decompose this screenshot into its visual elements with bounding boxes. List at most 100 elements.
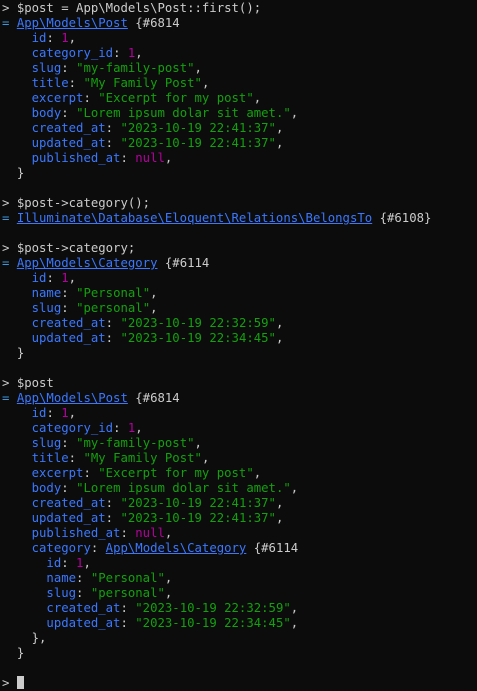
colon: : bbox=[113, 421, 128, 435]
trailing-comma: , bbox=[275, 496, 284, 510]
cursor[interactable] bbox=[16, 676, 24, 689]
command-text: $post bbox=[16, 376, 54, 390]
colon: : bbox=[120, 601, 136, 615]
colon: : bbox=[61, 481, 77, 495]
colon: : bbox=[113, 46, 128, 60]
class-name-link[interactable]: App\Models\Post bbox=[17, 391, 128, 405]
prompt-symbol: > bbox=[2, 676, 17, 690]
result-equals: = bbox=[2, 256, 17, 270]
trailing-comma: , bbox=[253, 466, 262, 480]
terminal-line: updated_at: "2023-10-19 22:34:45", bbox=[2, 616, 477, 631]
colon: : bbox=[105, 136, 121, 150]
property-value: "My Family Post" bbox=[83, 451, 202, 465]
terminal-line: = App\Models\Post {#6814 bbox=[2, 391, 477, 406]
terminal-line: = App\Models\Category {#6114 bbox=[2, 256, 477, 271]
colon: : bbox=[68, 451, 84, 465]
property-value: 1 bbox=[61, 31, 69, 45]
colon: : bbox=[105, 331, 121, 345]
property-key: body bbox=[31, 481, 62, 495]
colon: : bbox=[83, 466, 99, 480]
closing-brace: } bbox=[16, 646, 25, 660]
terminal-line: excerpt: "Excerpt for my post", bbox=[2, 91, 477, 106]
command-text: $post->category; bbox=[16, 241, 136, 255]
terminal-line: created_at: "2023-10-19 22:32:59", bbox=[2, 601, 477, 616]
property-key: category bbox=[31, 541, 91, 555]
colon: : bbox=[120, 616, 136, 630]
property-value: "2023-10-19 22:41:37" bbox=[120, 511, 276, 525]
prompt-symbol: > bbox=[2, 196, 17, 210]
property-key: updated_at bbox=[31, 136, 106, 150]
terminal-line: category: App\Models\Category {#6114 bbox=[2, 541, 477, 556]
object-ref: {#6814 bbox=[127, 16, 180, 30]
trailing-comma: , bbox=[150, 286, 158, 300]
terminal-line: excerpt: "Excerpt for my post", bbox=[2, 466, 477, 481]
property-key: category_id bbox=[31, 421, 114, 435]
property-key: slug bbox=[31, 61, 62, 75]
trailing-comma: , bbox=[68, 31, 77, 45]
object-ref: {#6108} bbox=[372, 211, 432, 225]
property-value: "2023-10-19 22:41:37" bbox=[120, 121, 276, 135]
trailing-comma: , bbox=[253, 91, 262, 105]
terminal-line: created_at: "2023-10-19 22:41:37", bbox=[2, 121, 477, 136]
property-key: slug bbox=[31, 301, 62, 315]
terminal-line: name: "Personal", bbox=[2, 571, 477, 586]
property-key: updated_at bbox=[31, 331, 106, 345]
terminal-line: id: 1, bbox=[2, 31, 477, 46]
terminal-line: name: "Personal", bbox=[2, 286, 477, 301]
trailing-comma: , bbox=[275, 136, 284, 150]
terminal-line: body: "Lorem ipsum dolar sit amet.", bbox=[2, 106, 477, 121]
trailing-comma: , bbox=[290, 616, 299, 630]
prompt-symbol: > bbox=[2, 376, 17, 390]
closing-brace: }, bbox=[31, 631, 47, 645]
property-value: "2023-10-19 22:41:37" bbox=[120, 136, 276, 150]
terminal-line: id: 1, bbox=[2, 406, 477, 421]
property-key: id bbox=[46, 556, 62, 570]
terminal-line: }, bbox=[2, 631, 477, 646]
terminal-output[interactable]: > $post = App\Models\Post::first(); = App… bbox=[0, 0, 477, 690]
colon: : bbox=[105, 511, 121, 525]
property-value: "Excerpt for my post" bbox=[98, 91, 254, 105]
terminal-line: = App\Models\Post {#6814 bbox=[2, 16, 477, 31]
property-key: excerpt bbox=[31, 466, 84, 480]
terminal-line: category_id: 1, bbox=[2, 46, 477, 61]
trailing-comma: , bbox=[164, 151, 173, 165]
trailing-comma: , bbox=[290, 481, 299, 495]
colon: : bbox=[83, 91, 99, 105]
property-key: category_id bbox=[31, 46, 114, 60]
property-value: "Personal" bbox=[90, 571, 165, 585]
object-ref: {#6114 bbox=[157, 256, 210, 270]
property-value: 1 bbox=[61, 271, 69, 285]
terminal-line: updated_at: "2023-10-19 22:41:37", bbox=[2, 511, 477, 526]
colon: : bbox=[61, 286, 77, 300]
colon: : bbox=[68, 76, 84, 90]
terminal-line: slug: "personal", bbox=[2, 301, 477, 316]
class-name-link[interactable]: App\Models\Category bbox=[106, 541, 247, 555]
colon: : bbox=[46, 271, 62, 285]
command-text: $post = App\Models\Post::first(); bbox=[16, 1, 262, 15]
property-value: "Lorem ipsum dolar sit amet." bbox=[76, 481, 291, 495]
property-key: created_at bbox=[31, 316, 106, 330]
class-name-link[interactable]: App\Models\Category bbox=[17, 256, 158, 270]
class-name-link[interactable]: App\Models\Post bbox=[17, 16, 128, 30]
trailing-comma: , bbox=[194, 61, 202, 75]
command-text: $post->category(); bbox=[16, 196, 151, 210]
class-name-link[interactable]: Illuminate\Database\Eloquent\Relations\B… bbox=[17, 211, 372, 225]
property-value: "personal" bbox=[76, 301, 151, 315]
terminal-line: slug: "my-family-post", bbox=[2, 436, 477, 451]
colon: : bbox=[61, 556, 77, 570]
property-key: name bbox=[46, 571, 77, 585]
